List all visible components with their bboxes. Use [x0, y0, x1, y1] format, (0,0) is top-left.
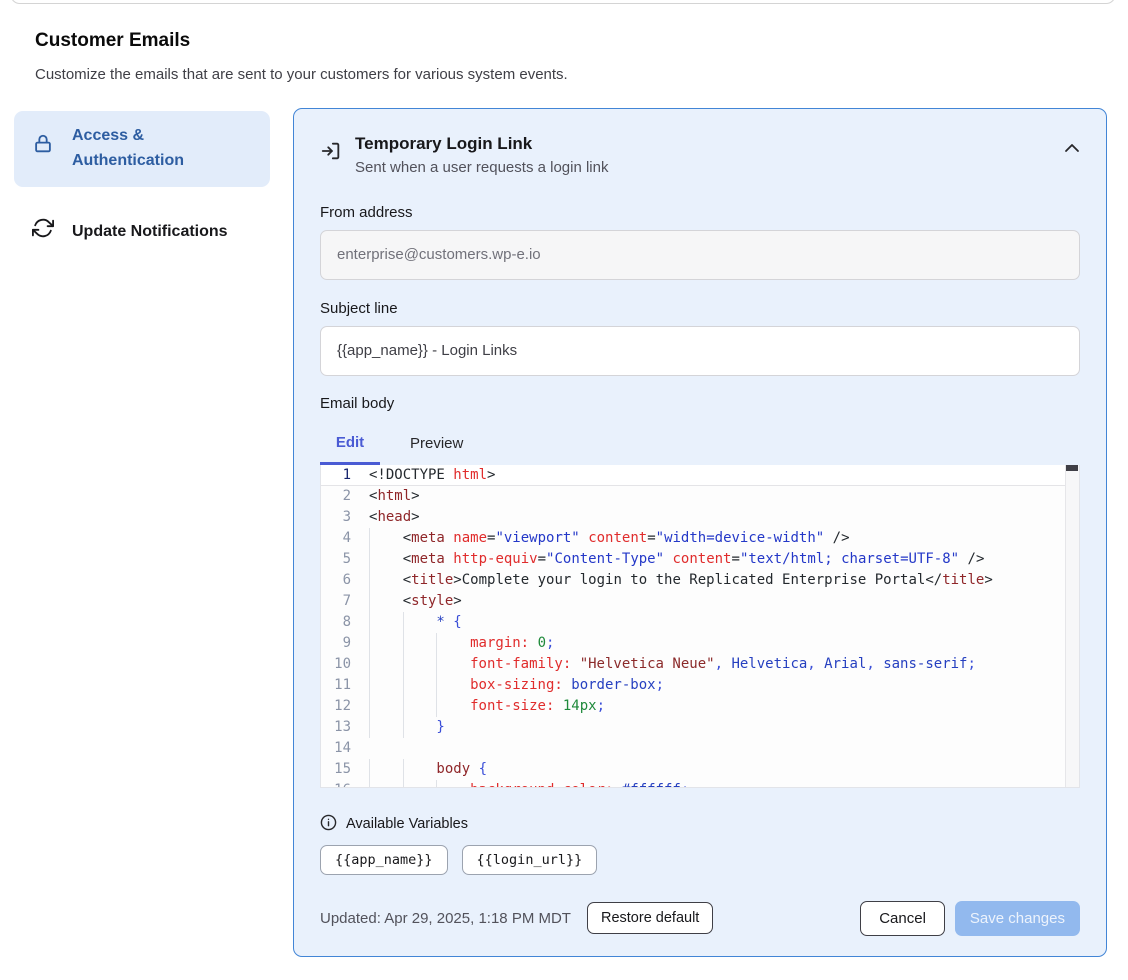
code-line: 8 * { — [321, 612, 1079, 633]
line-number: 13 — [321, 717, 351, 738]
code-line: 10 font-family: "Helvetica Neue", Helvet… — [321, 654, 1079, 675]
save-changes-button[interactable]: Save changes — [955, 901, 1080, 936]
code-line: 4 <meta name="viewport" content="width=d… — [321, 528, 1079, 549]
email-types-sidebar: Access & Authentication Update Notificat… — [14, 111, 270, 257]
lock-icon — [32, 133, 54, 164]
editor-scrollbar-thumb[interactable] — [1066, 465, 1078, 471]
collapse-panel-button[interactable] — [1064, 142, 1080, 157]
line-number: 15 — [321, 759, 351, 780]
line-number: 14 — [321, 738, 351, 759]
sidebar-item-label: Update Notifications — [72, 220, 228, 245]
subject-line-input[interactable] — [320, 326, 1080, 376]
editor-scrollbar-track[interactable] — [1065, 465, 1079, 787]
line-number: 4 — [321, 528, 351, 549]
subject-line-label: Subject line — [320, 300, 1080, 317]
sidebar-item-label: Access & Authentication — [72, 124, 252, 174]
code-line: 16 background-color: #ffffff; — [321, 780, 1079, 788]
code-line: 12 font-size: 14px; — [321, 696, 1079, 717]
panel-subtitle: Sent when a user requests a login link — [355, 159, 608, 176]
code-line: 15 body { — [321, 759, 1079, 780]
tab-preview[interactable]: Preview — [404, 426, 469, 465]
line-number: 12 — [321, 696, 351, 717]
sidebar-item-update-notifications[interactable]: Update Notifications — [14, 207, 270, 258]
panel-title: Temporary Login Link — [355, 133, 608, 156]
line-number: 10 — [321, 654, 351, 675]
available-variables-header: Available Variables — [320, 814, 1080, 835]
email-body-label: Email body — [320, 395, 1080, 412]
panel-header-text: Temporary Login Link Sent when a user re… — [355, 133, 608, 176]
code-line: 2<html> — [321, 486, 1079, 507]
log-in-icon — [320, 140, 342, 167]
restore-default-button[interactable]: Restore default — [587, 902, 713, 934]
variable-chip[interactable]: {{login_url}} — [462, 845, 598, 875]
panel-footer: Updated: Apr 29, 2025, 1:18 PM MDT Resto… — [320, 901, 1080, 936]
cancel-button[interactable]: Cancel — [860, 901, 945, 936]
code-line: 3<head> — [321, 507, 1079, 528]
from-address-label: From address — [320, 204, 1080, 221]
updated-timestamp: Updated: Apr 29, 2025, 1:18 PM MDT — [320, 910, 571, 927]
tab-edit[interactable]: Edit — [320, 426, 380, 465]
chevron-up-icon — [1064, 142, 1080, 157]
code-line: 5 <meta http-equiv="Content-Type" conten… — [321, 549, 1079, 570]
page-description: Customize the emails that are sent to yo… — [35, 66, 568, 83]
code-line: 1<!DOCTYPE html> — [321, 465, 1079, 486]
code-line: 9 margin: 0; — [321, 633, 1079, 654]
line-number: 6 — [321, 570, 351, 591]
code-line: 14 — [321, 738, 1079, 759]
variable-chip[interactable]: {{app_name}} — [320, 845, 448, 875]
from-address-input[interactable] — [320, 230, 1080, 280]
temporary-login-link-panel: Temporary Login Link Sent when a user re… — [293, 108, 1107, 957]
previous-card-bottom-edge — [10, 0, 1116, 4]
line-number: 8 — [321, 612, 351, 633]
line-number: 2 — [321, 486, 351, 507]
code-line: 13 } — [321, 717, 1079, 738]
email-body-tabs: Edit Preview — [320, 426, 1080, 465]
line-number: 5 — [321, 549, 351, 570]
code-lines: 1<!DOCTYPE html>2<html>3<head>4 <meta na… — [321, 465, 1079, 788]
code-editor[interactable]: 1<!DOCTYPE html>2<html>3<head>4 <meta na… — [320, 465, 1080, 788]
line-number: 3 — [321, 507, 351, 528]
refresh-icon — [32, 217, 54, 248]
code-line: 7 <style> — [321, 591, 1079, 612]
sidebar-item-access-authentication[interactable]: Access & Authentication — [14, 111, 270, 187]
page-title: Customer Emails — [35, 30, 190, 52]
code-line: 6 <title>Complete your login to the Repl… — [321, 570, 1079, 591]
line-number: 7 — [321, 591, 351, 612]
variable-chips: {{app_name}} {{login_url}} — [320, 845, 1080, 875]
code-line: 11 box-sizing: border-box; — [321, 675, 1079, 696]
line-number: 11 — [321, 675, 351, 696]
info-icon — [320, 814, 337, 835]
available-variables-label: Available Variables — [346, 816, 468, 832]
panel-header: Temporary Login Link Sent when a user re… — [320, 133, 1080, 176]
line-number: 9 — [321, 633, 351, 654]
line-number: 16 — [321, 780, 351, 788]
line-number: 1 — [321, 465, 351, 486]
